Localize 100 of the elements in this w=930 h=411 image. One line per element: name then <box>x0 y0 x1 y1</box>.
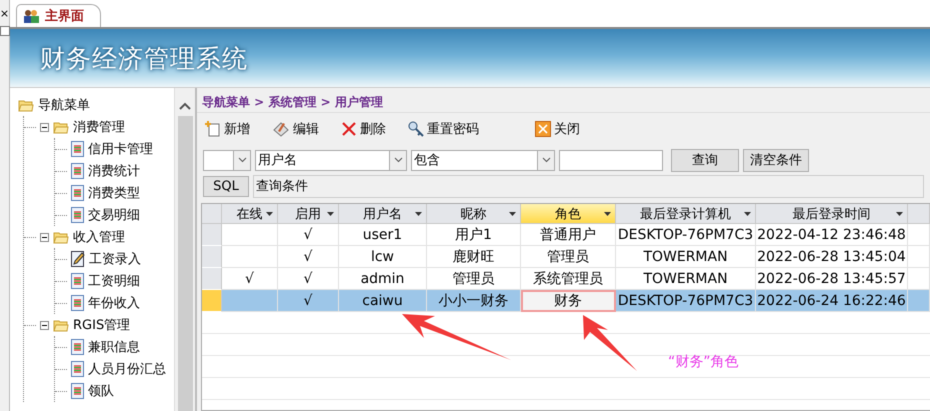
dropdown-caret-icon[interactable] <box>415 212 422 216</box>
table-cell: 小小一财务 <box>427 290 521 312</box>
dropdown-caret-icon[interactable] <box>266 212 273 216</box>
sql-button[interactable]: SQL <box>203 176 249 196</box>
column-header[interactable]: 昵称 <box>427 204 521 224</box>
scrollbar[interactable] <box>174 88 195 411</box>
table-cell: 用户1 <box>427 224 521 246</box>
tree-item[interactable]: 人员月份汇总 <box>88 360 166 378</box>
search-field[interactable] <box>559 150 663 170</box>
tree-item[interactable]: 消费管理 <box>73 118 125 136</box>
tree-item[interactable]: 消费类型 <box>88 184 140 202</box>
table-cell: 2022-06-28 13:45:04 <box>756 246 908 268</box>
grid-corner <box>202 204 222 224</box>
column-header[interactable]: 启用 <box>278 204 339 224</box>
app-title: 财务经济管理系统 <box>40 42 248 74</box>
table-cell: 财务 <box>521 290 616 312</box>
document-icon <box>71 339 84 355</box>
arrow-drawing <box>583 315 637 371</box>
column-header[interactable]: 在线 <box>222 204 278 224</box>
panel-toggle[interactable] <box>0 26 10 36</box>
tree-item[interactable]: 交易明细 <box>88 206 140 224</box>
document-icon <box>71 185 84 201</box>
document-icon <box>71 361 84 377</box>
document-icon <box>71 383 84 399</box>
close-icon <box>535 121 551 137</box>
folder-icon <box>53 120 69 134</box>
operator-dropdown[interactable]: 包含 <box>411 150 555 170</box>
table-cell: 管理员 <box>427 268 521 290</box>
dropdown-caret-icon[interactable] <box>327 212 334 216</box>
tree-item[interactable]: 工资录入 <box>89 250 141 268</box>
table-cell: user1 <box>339 224 427 246</box>
table-cell: 鹿财旺 <box>427 246 521 268</box>
table-cell: 普通用户 <box>521 224 616 246</box>
tree-item[interactable]: 工资明细 <box>88 272 140 290</box>
tree-item[interactable]: RGIS管理 <box>73 316 130 334</box>
delete-icon <box>341 121 357 137</box>
new-page-icon <box>205 121 221 137</box>
pencil-icon <box>272 121 290 137</box>
clear-button[interactable]: 清空条件 <box>743 148 809 172</box>
tree-item[interactable]: 收入管理 <box>73 228 125 246</box>
table-cell <box>222 290 278 312</box>
table-cell: 2022-06-24 16:22:46 <box>756 290 908 312</box>
collapse-icon[interactable] <box>40 320 49 330</box>
tree-item[interactable]: 兼职信息 <box>88 338 140 356</box>
table-cell: DESKTOP-76PM7C3 <box>616 290 756 312</box>
table-cell <box>908 268 930 290</box>
toolbar-button[interactable]: 新增 <box>205 120 250 138</box>
dropdown-caret-icon[interactable] <box>604 212 611 216</box>
tree-item[interactable]: 导航菜单 <box>38 96 90 114</box>
users-icon <box>23 9 39 23</box>
toolbar-button[interactable]: 重置密码 <box>408 120 479 138</box>
table-cell: TOWERMAN <box>616 246 756 268</box>
folder-icon <box>18 98 34 112</box>
column-header[interactable]: 角色 <box>521 204 616 224</box>
column-header[interactable]: 最后登录计算机 <box>616 204 756 224</box>
tree-item[interactable]: 消费统计 <box>88 162 140 180</box>
table-cell: √ <box>278 224 339 246</box>
table-cell: DESKTOP-76PM7C3 <box>616 224 756 246</box>
table-cell: 管理员 <box>521 246 616 268</box>
pencil-document-icon <box>71 251 85 267</box>
annotation-text: “财务”角色 <box>668 353 739 371</box>
scroll-up-icon[interactable] <box>179 102 191 110</box>
column-header[interactable]: 最后登录时间 <box>756 204 908 224</box>
field-dropdown[interactable]: 用户名 <box>255 150 407 170</box>
table-cell <box>222 224 278 246</box>
table-cell <box>908 290 930 312</box>
dropdown-caret-icon[interactable] <box>509 212 516 216</box>
document-icon <box>71 273 84 289</box>
toolbar-button[interactable]: 编辑 <box>272 120 319 138</box>
folder-icon <box>53 230 69 244</box>
dropdown-caret-icon <box>394 157 402 163</box>
document-icon <box>71 163 84 179</box>
query-button[interactable]: 查询 <box>671 148 739 172</box>
table-cell: √ <box>222 268 278 290</box>
column-header[interactable]: 用户名 <box>339 204 427 224</box>
dropdown-caret-icon[interactable] <box>744 212 751 216</box>
document-icon <box>71 295 84 311</box>
main-tab[interactable]: 主界面 <box>16 4 101 27</box>
table-cell: √ <box>278 268 339 290</box>
dropdown-caret-icon[interactable] <box>896 212 903 216</box>
dropdown-caret-icon <box>238 157 246 163</box>
table-cell <box>908 246 930 268</box>
key-icon <box>408 121 424 137</box>
dropdown-caret-icon <box>542 157 550 163</box>
table-cell: 2022-04-12 23:46:48 <box>756 224 908 246</box>
toolbar-button[interactable]: 删除 <box>341 120 386 138</box>
close-button[interactable]: × <box>0 8 10 20</box>
query-condition-field[interactable]: 查询条件 <box>253 174 924 198</box>
toolbar-button[interactable]: 关闭 <box>535 120 580 138</box>
folder-icon <box>53 318 69 332</box>
table-cell: caiwu <box>339 290 427 312</box>
table-cell: lcw <box>339 246 427 268</box>
tree-item[interactable]: 领队 <box>88 382 114 400</box>
collapse-icon[interactable] <box>40 232 49 242</box>
table-cell: admin <box>339 268 427 290</box>
document-icon <box>71 207 84 223</box>
tree-item[interactable]: 信用卡管理 <box>88 140 153 158</box>
breadcrumb: 导航菜单 > 系统管理 > 用户管理 <box>201 94 384 111</box>
tree-item[interactable]: 年份收入 <box>88 294 140 312</box>
collapse-icon[interactable] <box>40 122 49 132</box>
